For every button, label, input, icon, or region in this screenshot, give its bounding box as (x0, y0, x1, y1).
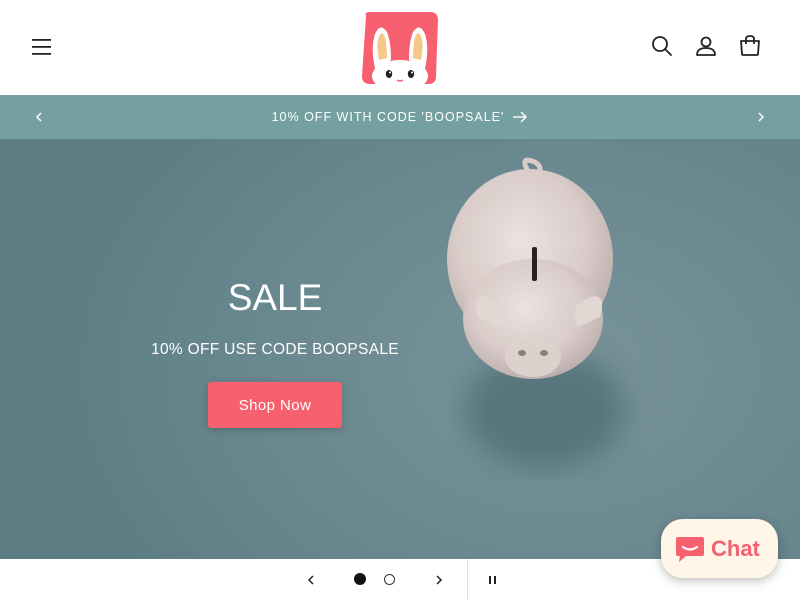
bunny-logo-icon[interactable] (360, 10, 440, 92)
pause-icon[interactable] (484, 571, 502, 589)
hero-subtitle: 10% OFF USE CODE BOOPSALE (151, 341, 399, 358)
slide-prev-button[interactable] (301, 570, 321, 590)
user-account-icon[interactable] (693, 33, 719, 59)
search-icon[interactable] (649, 33, 675, 59)
chat-label: Chat (711, 535, 760, 561)
chevron-right-icon (436, 575, 443, 585)
shop-now-button[interactable]: Shop Now (208, 382, 342, 428)
announcement-text: 10% OFF WITH CODE 'BOOPSALE' (271, 110, 505, 124)
chat-bubble-icon (676, 536, 704, 562)
arrow-right-icon (513, 111, 528, 123)
chevron-right-icon (758, 112, 765, 122)
controls-divider (467, 559, 468, 600)
hero-title: SALE (227, 277, 323, 318)
shopping-bag-icon[interactable] (737, 33, 763, 59)
chevron-left-icon (35, 112, 42, 122)
storefront-page: 10% OFF WITH CODE 'BOOPSALE' SALE 10% OF… (0, 0, 800, 600)
chat-button[interactable]: Chat (661, 519, 778, 578)
slide-dot-2[interactable] (384, 574, 395, 585)
slide-next-button[interactable] (429, 570, 449, 590)
announcement-prev-button[interactable] (29, 107, 49, 127)
hero-content: SALE 10% OFF USE CODE BOOPSALE Shop Now (135, 274, 415, 428)
announcement-next-button[interactable] (751, 107, 771, 127)
hamburger-menu-icon[interactable] (29, 35, 55, 59)
chevron-left-icon (307, 575, 314, 585)
site-header (0, 0, 800, 95)
slide-dot-1[interactable] (354, 573, 366, 585)
hero-slide: SALE 10% OFF USE CODE BOOPSALE Shop Now (0, 139, 800, 559)
announcement-bar: 10% OFF WITH CODE 'BOOPSALE' (0, 95, 800, 139)
announcement-link[interactable]: 10% OFF WITH CODE 'BOOPSALE' (0, 95, 800, 139)
